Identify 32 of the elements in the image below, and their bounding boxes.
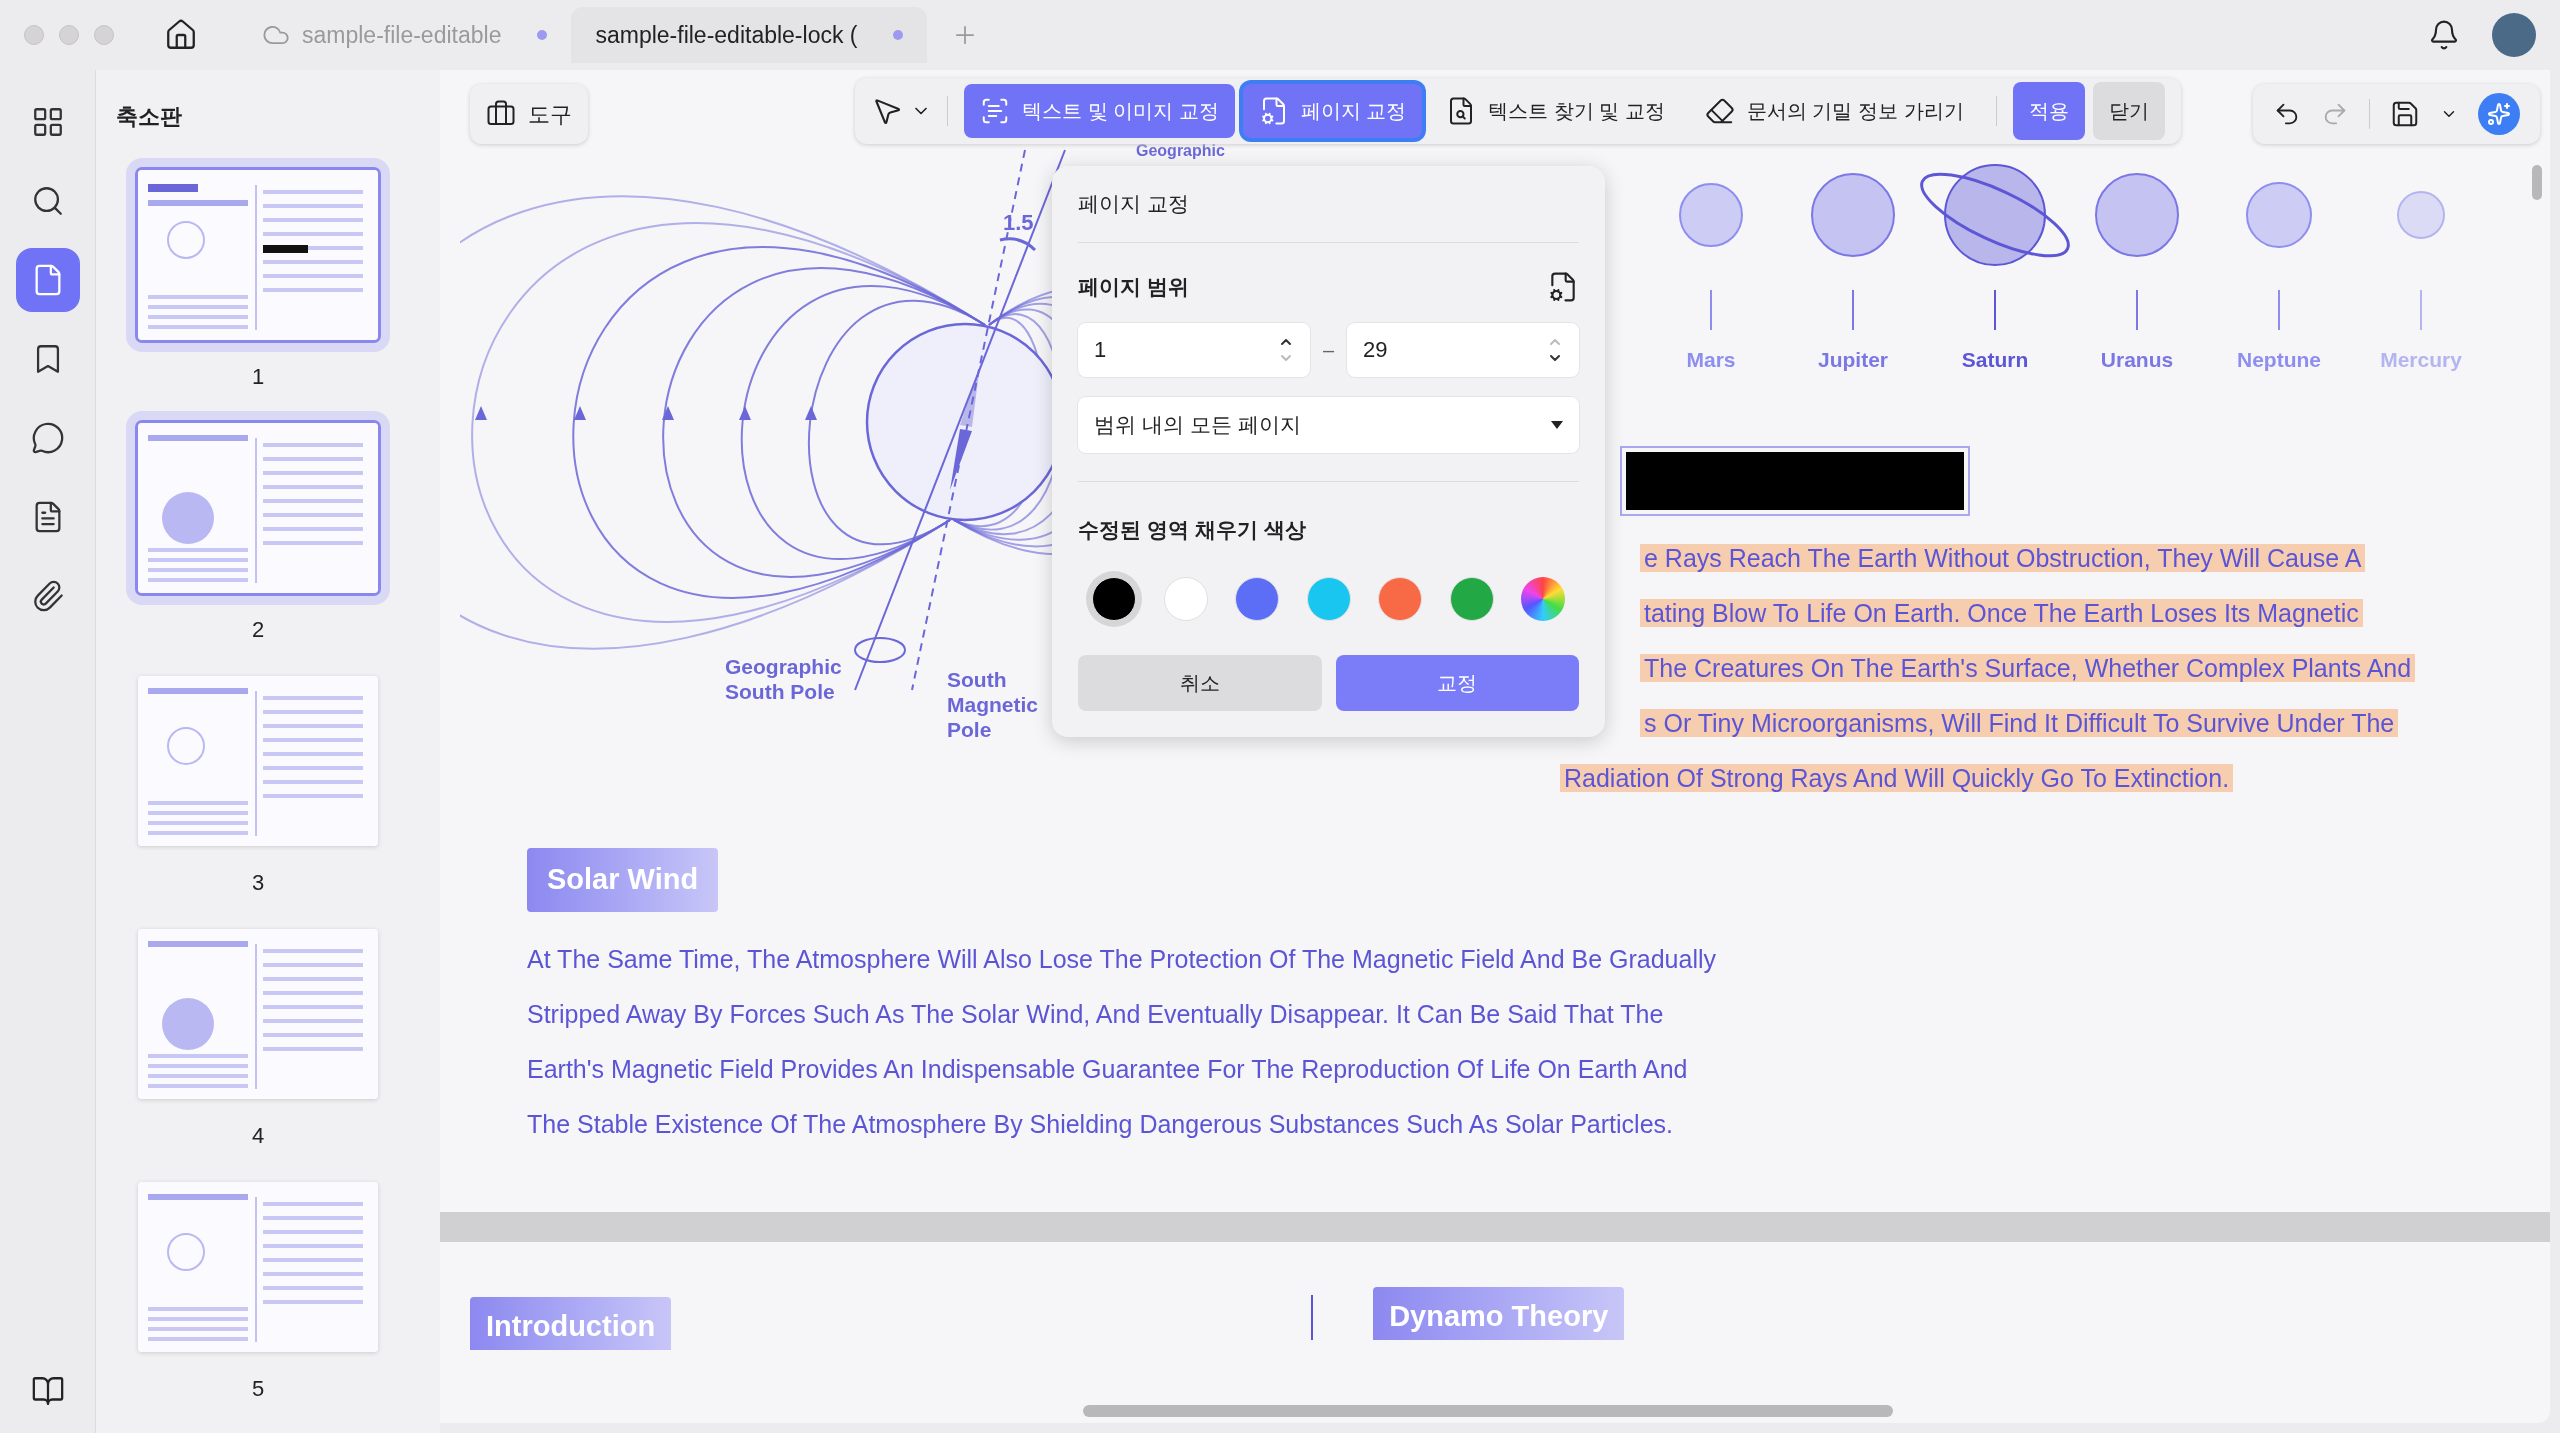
highlighted-text: Radiation Of Strong Rays And Will Quickly Go To Extinction. [1560, 763, 2234, 792]
paragraph-line: The Stable Existence Of The Atmosphere By Shielding Dangerous Substances Such As Solar Particles. [527, 1108, 1674, 1140]
highlighted-text: tating Blow To Life On Earth. Once The Earth Loses Its Magnetic [1640, 598, 2363, 627]
page-number: 5 [251, 1375, 265, 1403]
section-heading: Introduction [470, 1296, 672, 1350]
paragraph-line: Earth's Magnetic Field Provides An Indispensable Guarantee For The Reproduction Of Life On Earth And [527, 1053, 1689, 1085]
pole-label: Geographic [1136, 142, 1225, 159]
range-separator: – [1322, 337, 1335, 363]
planet-label: Jupiter [1818, 347, 1888, 373]
angle-label: 1.5 [1003, 210, 1034, 235]
highlighted-text: The Creatures On The Earth's Surface, Whether Complex Plants And [1640, 653, 2416, 682]
paragraph-line: Stripped Away By Forces Such As The Solar Wind, And Eventually Disappear. It Can Be Said That The [527, 998, 1665, 1030]
highlighted-text: e Rays Reach The Earth Without Obstruction, They Will Cause A [1640, 543, 2366, 572]
field-label: 수정된 영역 채우기 색상 [1078, 480, 1579, 545]
section-heading: Solar Wind [527, 848, 719, 912]
panel-title: 축소판 [115, 103, 183, 131]
section-heading: Dynamo Theory [1373, 1286, 1625, 1340]
page-number: 1 [251, 363, 265, 391]
page-number: 4 [251, 1122, 265, 1150]
page-number: 2 [251, 616, 265, 644]
planet-label: Neptune [2237, 347, 2321, 373]
paragraph-line: At The Same Time, The Atmosphere Will Also Lose The Protection Of The Magnetic Field And Be Gradually [527, 943, 1718, 975]
highlighted-text: s Or Tiny Microorganisms, Will Find It Difficult To Survive Under The [1640, 708, 2399, 737]
planet-label: Mercury [2380, 347, 2462, 373]
planet-label: Uranus [2100, 347, 2174, 373]
planet-label: Saturn [1961, 347, 2029, 373]
planet-label: Mars [1686, 347, 1736, 373]
pole-label: Geographic South Pole [725, 655, 842, 703]
page-number: 3 [251, 869, 265, 897]
field-label: 페이지 범위 [1078, 273, 1189, 300]
pole-label: South Magnetic Pole [947, 668, 1038, 741]
popup-title: 페이지 교정 [1078, 166, 1579, 243]
